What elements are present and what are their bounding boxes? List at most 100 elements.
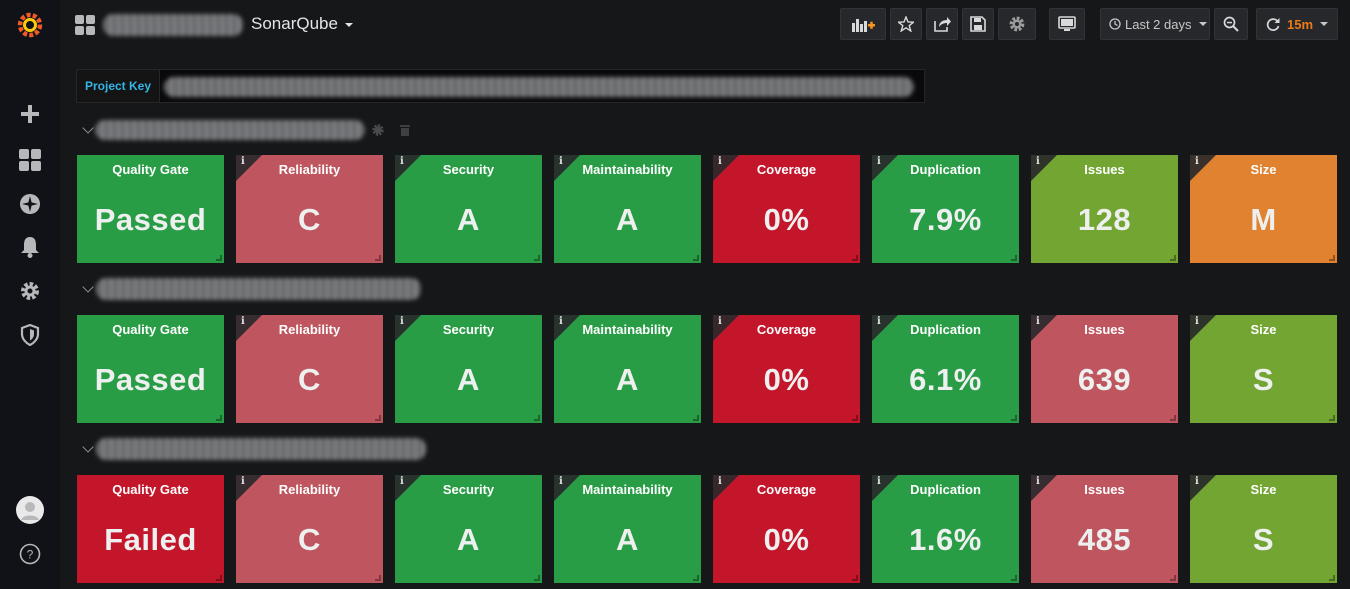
zoom-out-icon xyxy=(1223,16,1239,32)
resize-handle[interactable] xyxy=(1329,575,1335,581)
zoom-out-button[interactable] xyxy=(1214,8,1248,40)
resize-handle[interactable] xyxy=(216,415,222,421)
save-icon xyxy=(970,16,986,32)
resize-handle[interactable] xyxy=(852,575,858,581)
singlestat-panel[interactable]: i Size S xyxy=(1190,315,1337,423)
singlestat-panel[interactable]: i Reliability C xyxy=(236,315,383,423)
singlestat-panel[interactable]: i Coverage 0% xyxy=(713,315,860,423)
chevron-down-icon xyxy=(82,441,94,453)
panel-value: Passed xyxy=(94,202,207,237)
dashboard-settings-button[interactable] xyxy=(998,8,1036,40)
singlestat-panel[interactable]: i Reliability C xyxy=(236,475,383,583)
resize-handle[interactable] xyxy=(375,575,381,581)
row-settings-gear-icon[interactable] xyxy=(371,123,385,137)
chevron-down-icon xyxy=(82,281,94,293)
redacted-row-title xyxy=(96,438,426,460)
settings-gear-icon xyxy=(1009,16,1025,32)
resize-handle[interactable] xyxy=(1011,415,1017,421)
alerting-bell-icon[interactable] xyxy=(0,227,60,267)
explore-icon[interactable] xyxy=(0,184,60,224)
singlestat-panel[interactable]: i Security A xyxy=(395,315,542,423)
resize-handle[interactable] xyxy=(1329,255,1335,261)
panel-title: Issues xyxy=(1084,322,1125,337)
panel-value: A xyxy=(457,362,480,397)
server-admin-shield-icon[interactable] xyxy=(0,315,60,355)
dashboards-icon[interactable] xyxy=(0,140,60,180)
singlestat-panel[interactable]: Quality Gate Failed xyxy=(77,475,224,583)
create-icon[interactable] xyxy=(0,94,60,134)
resize-handle[interactable] xyxy=(693,415,699,421)
singlestat-panel[interactable]: i Security A xyxy=(395,155,542,263)
help-icon[interactable]: ? xyxy=(0,534,60,574)
resize-handle[interactable] xyxy=(693,255,699,261)
user-avatar[interactable] xyxy=(0,490,60,530)
singlestat-panel[interactable]: i Size S xyxy=(1190,475,1337,583)
singlestat-panel[interactable]: i Maintainability A xyxy=(554,155,701,263)
refresh-interval-label: 15m xyxy=(1287,16,1314,32)
resize-handle[interactable] xyxy=(534,575,540,581)
resize-handle[interactable] xyxy=(1170,255,1176,261)
singlestat-panel[interactable]: i Maintainability A xyxy=(554,315,701,423)
resize-handle[interactable] xyxy=(375,415,381,421)
panel-title: Duplication xyxy=(910,482,981,497)
time-range-picker[interactable]: Last 2 days xyxy=(1100,8,1210,40)
panel-value: A xyxy=(616,202,639,237)
resize-handle[interactable] xyxy=(216,255,222,261)
share-dashboard-button[interactable] xyxy=(926,8,958,40)
project-key-select[interactable] xyxy=(160,69,926,103)
singlestat-panel[interactable]: i Duplication 7.9% xyxy=(872,155,1019,263)
singlestat-panel[interactable]: i Size M xyxy=(1190,155,1337,263)
singlestat-panel[interactable]: i Duplication 6.1% xyxy=(872,315,1019,423)
panel-value: 0% xyxy=(763,202,810,237)
singlestat-panel[interactable]: i Security A xyxy=(395,475,542,583)
resize-handle[interactable] xyxy=(216,575,222,581)
resize-handle[interactable] xyxy=(534,415,540,421)
resize-handle[interactable] xyxy=(1329,415,1335,421)
redacted-row-title xyxy=(96,278,421,300)
singlestat-panel[interactable]: i Issues 639 xyxy=(1031,315,1178,423)
singlestat-panel[interactable]: Quality Gate Passed xyxy=(77,155,224,263)
cycle-view-mode-button[interactable] xyxy=(1049,8,1085,40)
panel-value: 0% xyxy=(763,362,810,397)
configuration-gear-icon[interactable] xyxy=(0,271,60,311)
singlestat-panel[interactable]: i Coverage 0% xyxy=(713,155,860,263)
resize-handle[interactable] xyxy=(693,575,699,581)
singlestat-panel[interactable]: Quality Gate Passed xyxy=(77,315,224,423)
add-panel-button[interactable] xyxy=(840,8,886,40)
singlestat-panel[interactable]: i Issues 485 xyxy=(1031,475,1178,583)
resize-handle[interactable] xyxy=(1170,575,1176,581)
panel-title: Coverage xyxy=(756,322,817,337)
panel-value: S xyxy=(1252,522,1275,557)
singlestat-panel[interactable]: i Duplication 1.6% xyxy=(872,475,1019,583)
resize-handle[interactable] xyxy=(534,255,540,261)
singlestat-panel[interactable]: i Maintainability A xyxy=(554,475,701,583)
row-header-3[interactable] xyxy=(82,437,426,461)
row-header-1[interactable] xyxy=(82,118,411,142)
save-dashboard-button[interactable] xyxy=(962,8,994,40)
project-key-label: Project Key xyxy=(76,69,161,103)
grafana-logo[interactable] xyxy=(0,5,60,45)
star-dashboard-button[interactable] xyxy=(890,8,922,40)
chevron-down-icon xyxy=(1320,22,1329,26)
row-header-2[interactable] xyxy=(82,277,421,301)
resize-handle[interactable] xyxy=(852,255,858,261)
dashboard-grid-icon[interactable] xyxy=(75,15,95,35)
refresh-picker[interactable]: 15m xyxy=(1256,8,1338,40)
singlestat-panel[interactable]: i Coverage 0% xyxy=(713,475,860,583)
refresh-icon xyxy=(1266,18,1280,31)
row-delete-trash-icon[interactable] xyxy=(399,124,411,136)
singlestat-panel[interactable]: i Reliability C xyxy=(236,155,383,263)
resize-handle[interactable] xyxy=(1170,415,1176,421)
panel-value: 639 xyxy=(1077,362,1132,397)
resize-handle[interactable] xyxy=(852,415,858,421)
panel-title: Reliability xyxy=(278,482,341,497)
resize-handle[interactable] xyxy=(375,255,381,261)
singlestat-panel[interactable]: i Issues 128 xyxy=(1031,155,1178,263)
chevron-down-icon xyxy=(82,122,94,134)
dashboard-title-picker[interactable]: SonarQube xyxy=(251,14,353,34)
time-range-label: Last 2 days xyxy=(1125,16,1192,32)
resize-handle[interactable] xyxy=(1011,575,1017,581)
chevron-down-icon xyxy=(1198,22,1207,26)
dashboard-navbar: SonarQube Last 2 days 15m xyxy=(60,0,1350,50)
resize-handle[interactable] xyxy=(1011,255,1017,261)
